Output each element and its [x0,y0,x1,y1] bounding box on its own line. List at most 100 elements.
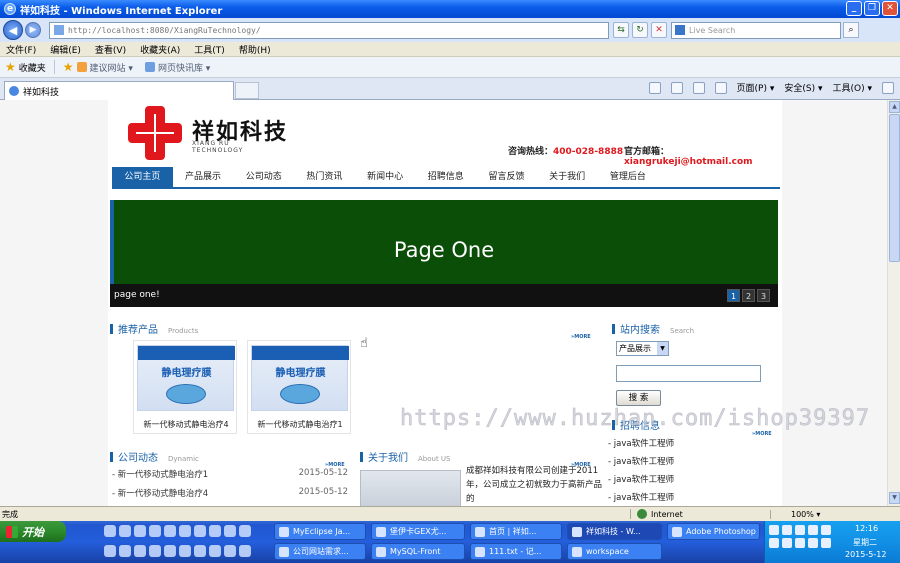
close-button[interactable]: ✕ [882,1,898,16]
quick-launch-icon[interactable] [149,545,161,557]
forward-button[interactable]: ▶ [25,22,41,38]
list-item[interactable]: - java软件工程师 [608,473,674,491]
task-button[interactable]: workspace [567,543,662,560]
task-button[interactable]: 公司网站需求... [274,543,366,560]
site-search-input[interactable] [616,365,761,382]
tray-icon[interactable] [769,538,779,548]
quick-launch-icon[interactable] [209,545,221,557]
nav-about[interactable]: 关于我们 [537,167,598,187]
quick-launch-icon[interactable] [179,545,191,557]
quick-launch-icon[interactable] [134,545,146,557]
list-item[interactable]: - java软件工程师 [608,437,674,455]
address-bar[interactable]: http://localhost:8080/XiangRuTechnology/ [49,21,609,39]
maximize-button[interactable]: ❐ [864,1,880,16]
tray-icon[interactable] [795,525,805,535]
tray-icon[interactable] [795,538,805,548]
nav-hot-news[interactable]: 热门资讯 [294,167,355,187]
nav-products[interactable]: 产品展示 [173,167,234,187]
task-button[interactable]: 首页 | 祥如... [470,523,562,540]
list-item[interactable]: - java软件工程师 [608,455,674,473]
menu-help[interactable]: 帮助(H) [239,43,271,56]
email-address[interactable]: xiangrukeji@hotmail.com [624,157,753,167]
feeds-icon[interactable] [670,81,683,94]
tab-current[interactable]: 祥如科技 [4,81,234,100]
cmd-safety[interactable]: 安全(S) ▾ [784,81,822,94]
menu-edit[interactable]: 编辑(E) [50,43,81,56]
tray-icon[interactable] [808,525,818,535]
menu-view[interactable]: 查看(V) [95,43,126,56]
quick-launch-icon[interactable] [149,525,161,537]
banner-page-3[interactable]: 3 [757,289,770,302]
nav-admin[interactable]: 管理后台 [598,167,659,187]
product-caption[interactable]: 新一代移动式静电治疗1 [248,419,352,430]
cmd-tools[interactable]: 工具(O) ▾ [833,81,873,94]
banner-page-2[interactable]: 2 [742,289,755,302]
scroll-down-icon[interactable]: ▼ [889,492,900,504]
menu-file[interactable]: 文件(F) [6,43,36,56]
quick-launch-icon[interactable] [164,525,176,537]
list-item[interactable]: - 新一代移动式静电治疗4 2015-05-12 [112,487,348,506]
quick-launch-icon[interactable] [119,545,131,557]
quick-launch-icon[interactable] [194,525,206,537]
nav-news-center[interactable]: 新闻中心 [355,167,416,187]
quick-launch-icon[interactable] [224,525,236,537]
tray-icon[interactable] [769,525,779,535]
mail-icon[interactable] [692,81,705,94]
banner-page-1[interactable]: 1 [727,289,740,302]
back-button[interactable]: ◀ [3,20,23,40]
quick-launch-icon[interactable] [104,545,116,557]
quick-launch-icon[interactable] [104,525,116,537]
task-button-active[interactable]: 祥如科技 - W... [567,523,662,540]
tray-icon[interactable] [808,538,818,548]
cmd-page[interactable]: 页面(P) ▾ [737,81,775,94]
nav-dynamic[interactable]: 公司动态 [233,167,294,187]
clock-time[interactable]: 12:16 [855,524,878,533]
refresh-icon[interactable]: ↻ [632,22,648,38]
web-slice-link[interactable]: 网页快讯库 ▾ [144,61,210,74]
scroll-thumb[interactable] [889,114,900,262]
compat-view-icon[interactable]: ⇆ [613,22,629,38]
quick-launch-icon[interactable] [239,545,251,557]
search-input[interactable]: Live Search [671,21,841,39]
tray-icon[interactable] [821,538,831,548]
tray-icon[interactable] [782,538,792,548]
tray-icon[interactable] [821,525,831,535]
home-icon[interactable] [648,81,661,94]
product-card[interactable]: 静电理疗膜 新一代移动式静电治疗1 [247,340,351,434]
quick-launch-icon[interactable] [224,545,236,557]
favorites-button[interactable]: 收藏夹 [19,61,46,74]
quick-launch-icon[interactable] [164,545,176,557]
new-tab-button[interactable] [235,82,259,99]
zoom-level[interactable]: 100% ▾ [770,509,820,519]
nav-jobs[interactable]: 招聘信息 [415,167,476,187]
jobs-more-link[interactable]: »MORE [752,431,772,437]
menu-tools[interactable]: 工具(T) [194,43,225,56]
quick-launch-icon[interactable] [194,545,206,557]
quick-launch-icon[interactable] [209,525,221,537]
product-card[interactable]: 静电理疗膜 新一代移动式静电治疗4 [133,340,237,434]
scroll-up-icon[interactable]: ▲ [889,101,900,113]
task-button[interactable]: 堡伊卡GEX尤... [371,523,465,540]
banner-slider[interactable]: Page One page one! 1 2 3 [110,200,778,307]
stop-icon[interactable]: ✕ [651,22,667,38]
task-button[interactable]: Adobe Photoshop [667,523,760,540]
print-icon[interactable] [714,81,727,94]
suggested-sites-link[interactable]: 建议网站 ▾ [76,61,133,74]
add-favorite-icon[interactable]: ★ [63,60,74,74]
quick-launch-icon[interactable] [239,525,251,537]
start-button[interactable]: 开始 [0,521,66,542]
products-more-link[interactable]: »MORE [571,334,591,340]
nav-home[interactable]: 公司主页 [112,167,173,187]
menu-favorites[interactable]: 收藏夹(A) [140,43,180,56]
product-caption[interactable]: 新一代移动式静电治疗4 [134,419,238,430]
site-search-button[interactable]: 搜 索 [616,390,661,406]
task-button[interactable]: MyEclipse Ja... [274,523,366,540]
search-icon[interactable]: ⌕ [843,22,859,38]
list-item[interactable]: - java软件工程师 [608,491,674,506]
help-icon[interactable] [882,81,894,94]
nav-feedback[interactable]: 留言反馈 [476,167,537,187]
tray-icon[interactable] [782,525,792,535]
minimize-button[interactable]: _ [846,1,862,16]
search-category-select[interactable]: 产品展示 ▼ [616,341,669,356]
quick-launch-icon[interactable] [179,525,191,537]
